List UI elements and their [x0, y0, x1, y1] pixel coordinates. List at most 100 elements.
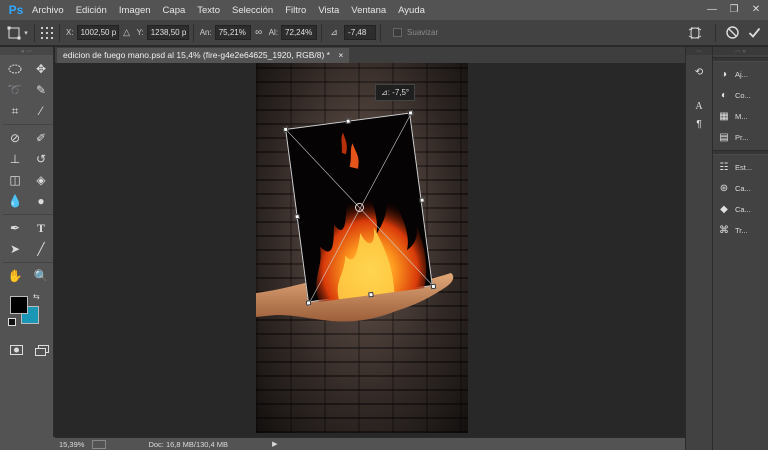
panel-label: Tr... [735, 226, 748, 235]
eraser-tool-icon[interactable]: ◫ [3, 170, 27, 190]
panel-color[interactable]: ◐ Co... [713, 85, 768, 106]
x-label: X: [66, 28, 74, 37]
menu-ayuda[interactable]: Ayuda [398, 5, 425, 16]
brush-tool-icon[interactable]: ✐ [29, 128, 53, 148]
swatches-icon: ▦ [719, 111, 729, 122]
styles-icon: ☷ [719, 162, 729, 173]
adjustments-icon: ◑ [720, 69, 728, 80]
menu-ventana[interactable]: Ventana [351, 5, 386, 16]
dodge-tool-icon[interactable]: ● [29, 191, 53, 211]
menu-edicion[interactable]: Edición [76, 5, 107, 16]
quick-selection-icon[interactable]: ✎ [29, 80, 53, 100]
divider [59, 23, 60, 42]
move-tool-icon[interactable]: ✥ [29, 59, 53, 79]
menu-bar: Ps Archivo Edición Imagen Capa Texto Sel… [0, 0, 768, 20]
menu-filtro[interactable]: Filtro [285, 5, 306, 16]
transform-handle[interactable] [305, 300, 312, 306]
angle-field[interactable]: -7,48 [344, 25, 377, 40]
marquee-tool-icon[interactable] [3, 59, 27, 79]
transform-handle[interactable] [407, 110, 414, 116]
history-panel-icon[interactable]: ⟲ [692, 65, 706, 79]
divider [34, 23, 35, 42]
commit-transform-icon[interactable] [746, 25, 762, 41]
close-window-button[interactable]: ✕ [748, 2, 764, 16]
canvas-area[interactable]: ⊿: -7,5° [55, 63, 685, 437]
type-tool-icon[interactable]: T [29, 218, 53, 238]
panel-grip[interactable]: ⋯ » [713, 47, 768, 55]
options-bar: ▾ X: 1002,50 p △ Y: 1238,50 p An: 75,21%… [0, 20, 768, 46]
swap-colors-icon[interactable]: ⇆ [33, 292, 40, 301]
minimize-button[interactable]: — [704, 2, 720, 16]
transform-handle[interactable] [368, 291, 374, 298]
transform-tool-icon[interactable] [6, 25, 22, 41]
chevron-down-icon[interactable]: ▾ [22, 25, 30, 41]
panel-layers[interactable]: ◆ Ca... [713, 199, 768, 220]
eyedropper-icon[interactable]: ⁄ [29, 101, 53, 121]
status-menu-arrow-icon[interactable]: ▶ [272, 440, 277, 448]
menu-seleccion[interactable]: Selección [232, 5, 273, 16]
character-panel-icon[interactable]: A [692, 99, 706, 113]
paragraph-panel-icon[interactable]: ¶ [692, 117, 706, 131]
hand-tool-icon[interactable]: ✋ [3, 266, 27, 286]
screen-mode-icon[interactable] [34, 340, 50, 360]
width-field[interactable]: 75,21% [214, 25, 251, 40]
transform-handle[interactable] [294, 213, 300, 220]
path-selection-icon[interactable]: ➤ [3, 239, 27, 259]
quick-mask-icon[interactable] [8, 340, 24, 360]
panel-styles[interactable]: ☷ Est... [713, 157, 768, 178]
smooth-checkbox[interactable] [393, 28, 403, 37]
default-colors-icon[interactable] [8, 318, 16, 326]
transform-handle[interactable] [430, 283, 437, 290]
panel-label: Ca... [735, 205, 751, 214]
panel-label: Ca... [735, 184, 751, 193]
cancel-transform-icon[interactable] [724, 25, 740, 41]
fire-layer[interactable] [282, 110, 437, 306]
panel-grip[interactable]: ⋯ [686, 47, 712, 55]
transform-handle[interactable] [419, 197, 425, 204]
y-position-field[interactable]: 1238,50 p [146, 25, 189, 40]
panel-paths[interactable]: ⌘ Tr... [713, 220, 768, 241]
menu-texto[interactable]: Texto [197, 5, 220, 16]
panel-properties[interactable]: ▤ Pr... [713, 127, 768, 148]
paths-icon: ⌘ [719, 225, 729, 236]
link-icon[interactable]: ∞ [251, 25, 267, 41]
smooth-label: Suavizar [407, 28, 439, 37]
panel-swatches[interactable]: ▦ M... [713, 106, 768, 127]
height-field[interactable]: 72,24% [281, 25, 318, 40]
menu-archivo[interactable]: Archivo [32, 5, 64, 16]
history-brush-icon[interactable]: ↺ [29, 149, 53, 169]
panel-adjustments[interactable]: ◑ Aj... [713, 64, 768, 85]
menu-imagen[interactable]: Imagen [119, 5, 151, 16]
document-tab[interactable]: edicion de fuego mano.psd al 15,4% (fire… [57, 48, 350, 63]
pen-tool-icon[interactable]: ✒ [3, 218, 27, 238]
foreground-color-swatch[interactable] [10, 296, 28, 314]
warp-mode-icon[interactable] [687, 25, 703, 41]
close-tab-icon[interactable]: × [338, 50, 343, 60]
stamp-tool-icon[interactable]: ⊥ [3, 149, 27, 169]
panel-label: Co... [735, 91, 751, 100]
reference-point-icon[interactable] [39, 25, 55, 41]
restore-button[interactable]: ❐ [726, 2, 742, 16]
line-tool-icon[interactable]: ╱ [29, 239, 53, 259]
healing-brush-icon[interactable]: ⊘ [3, 128, 27, 148]
panel-grip[interactable]: « ⋯ [0, 47, 53, 55]
transform-handle[interactable] [345, 118, 351, 124]
lasso-tool-icon[interactable]: ➰ [3, 80, 27, 100]
menu-capa[interactable]: Capa [163, 5, 186, 16]
paint-bucket-icon[interactable]: ◈ [29, 170, 53, 190]
divider [715, 23, 716, 42]
status-share-icon[interactable] [92, 439, 107, 449]
menu-vista[interactable]: Vista [318, 5, 339, 16]
x-position-field[interactable]: 1002,50 p [76, 25, 119, 40]
zoom-tool-icon[interactable]: 🔍 [29, 266, 53, 286]
delta-icon[interactable]: △ [119, 25, 135, 41]
transform-handle[interactable] [282, 126, 289, 133]
panel-label: M... [735, 112, 748, 121]
blur-tool-icon[interactable]: 💧 [3, 191, 27, 211]
panel-label: Est... [735, 163, 753, 172]
zoom-level[interactable]: 15,39% [59, 440, 84, 449]
panel-channels[interactable]: ⊛ Ca... [713, 178, 768, 199]
document-canvas[interactable] [256, 63, 468, 433]
divider [3, 214, 53, 215]
crop-tool-icon[interactable]: ⌗ [3, 101, 27, 121]
